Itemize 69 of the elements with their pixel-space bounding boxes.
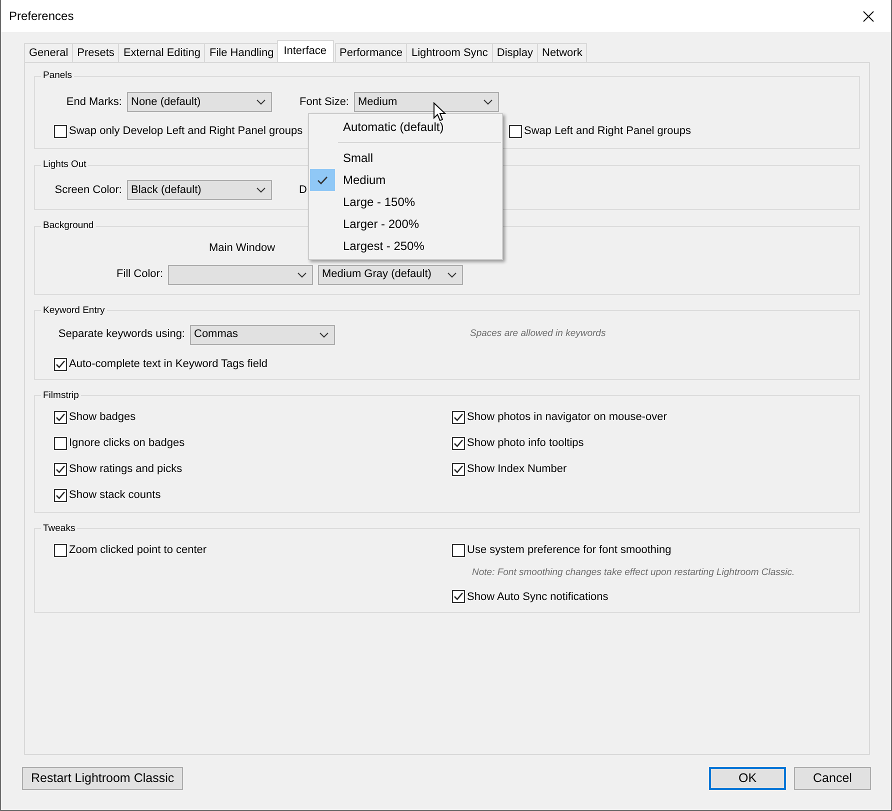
chevron-down-icon bbox=[483, 99, 493, 105]
checkbox-label: Use system preference for font smoothing bbox=[467, 543, 672, 558]
checkbox-label: Show Auto Sync notifications bbox=[467, 590, 608, 604]
field-label: Separate keywords using: bbox=[57, 327, 186, 342]
menu-item[interactable]: Automatic (default) bbox=[309, 116, 502, 138]
checkbox-label: Show stack counts bbox=[69, 488, 161, 504]
field-label: Screen Color: bbox=[54, 182, 123, 198]
checkbox[interactable] bbox=[54, 437, 67, 450]
checkbox[interactable] bbox=[54, 411, 67, 424]
checkbox[interactable] bbox=[54, 489, 67, 502]
dropdown[interactable]: Medium bbox=[354, 92, 499, 112]
tab[interactable]: Interface bbox=[276, 40, 334, 62]
chevron-down-icon bbox=[319, 332, 329, 338]
group-title: Lights Out bbox=[42, 159, 88, 171]
checkbox[interactable] bbox=[54, 124, 67, 138]
window-title: Preferences bbox=[9, 8, 74, 25]
dropdown[interactable]: Commas bbox=[190, 324, 335, 344]
restart-button[interactable]: Restart Lightroom Classic bbox=[22, 767, 184, 790]
checkbox-label: Show photo info tooltips bbox=[467, 436, 584, 452]
checkbox[interactable] bbox=[452, 411, 465, 424]
checkbox[interactable] bbox=[54, 463, 67, 476]
checkbox[interactable] bbox=[452, 544, 465, 557]
group-title: Background bbox=[42, 220, 95, 232]
checkbox-label: Show photos in navigator on mouse-over bbox=[467, 410, 667, 426]
chevron-down-icon bbox=[256, 99, 266, 105]
field-label: Font Size: bbox=[298, 94, 350, 110]
field-label: End Marks: bbox=[65, 94, 123, 110]
close-icon[interactable] bbox=[862, 10, 874, 22]
menu-item[interactable]: Medium bbox=[309, 169, 502, 191]
group-title: Filmstrip bbox=[42, 390, 80, 402]
checkbox[interactable] bbox=[509, 124, 522, 138]
checkbox[interactable] bbox=[452, 463, 465, 476]
checkbox-label: Swap Left and Right Panel groups bbox=[524, 124, 691, 139]
menu-item[interactable]: Small bbox=[309, 147, 502, 169]
menu-item[interactable]: Larger - 200% bbox=[309, 213, 502, 235]
dropdown[interactable]: Black (default) bbox=[127, 180, 272, 200]
menu-item[interactable]: Large - 150% bbox=[309, 191, 502, 213]
group-title: Keyword Entry bbox=[42, 304, 106, 316]
checkbox-label: Show ratings and picks bbox=[69, 462, 182, 478]
checkbox-label: Show badges bbox=[69, 410, 136, 426]
field-label: D bbox=[299, 182, 307, 198]
tab[interactable]: Network bbox=[537, 43, 588, 62]
chevron-down-icon bbox=[256, 187, 266, 193]
group-title: Panels bbox=[42, 70, 74, 82]
column-heading: Main Window bbox=[209, 241, 276, 256]
chevron-down-icon bbox=[297, 272, 307, 278]
chevron-down-icon bbox=[447, 272, 457, 278]
checkbox[interactable] bbox=[452, 437, 465, 450]
dropdown[interactable]: Medium Gray (default) bbox=[318, 264, 463, 284]
checkbox-label: Auto-complete text in Keyword Tags field bbox=[69, 357, 268, 372]
cancel-button[interactable]: Cancel bbox=[794, 767, 871, 790]
field-label: Fill Color: bbox=[116, 267, 164, 282]
checkbox[interactable] bbox=[452, 590, 465, 604]
dropdown[interactable]: None (default) bbox=[127, 92, 272, 112]
group-title: Tweaks bbox=[42, 522, 76, 534]
checkbox-label: Zoom clicked point to center bbox=[69, 543, 207, 558]
checkbox-label: Ignore clicks on badges bbox=[69, 436, 185, 452]
hint-text: Spaces are allowed in keywords bbox=[470, 327, 606, 342]
tab[interactable]: Performance bbox=[334, 43, 408, 62]
tab[interactable]: General bbox=[24, 43, 74, 62]
checkbox[interactable] bbox=[54, 544, 67, 557]
checkbox-label: Swap only Develop Left and Right Panel groups bbox=[69, 124, 303, 139]
menu-item[interactable]: Largest - 250% bbox=[309, 235, 502, 257]
checkbox-label: Show Index Number bbox=[467, 462, 567, 478]
ok-button[interactable]: OK bbox=[709, 767, 786, 790]
checkbox[interactable] bbox=[54, 358, 67, 371]
note-text: Note: Font smoothing changes take effect upon restarting Lightroom Classic. bbox=[471, 566, 795, 580]
cursor-icon bbox=[433, 102, 446, 122]
check-icon bbox=[317, 176, 328, 184]
